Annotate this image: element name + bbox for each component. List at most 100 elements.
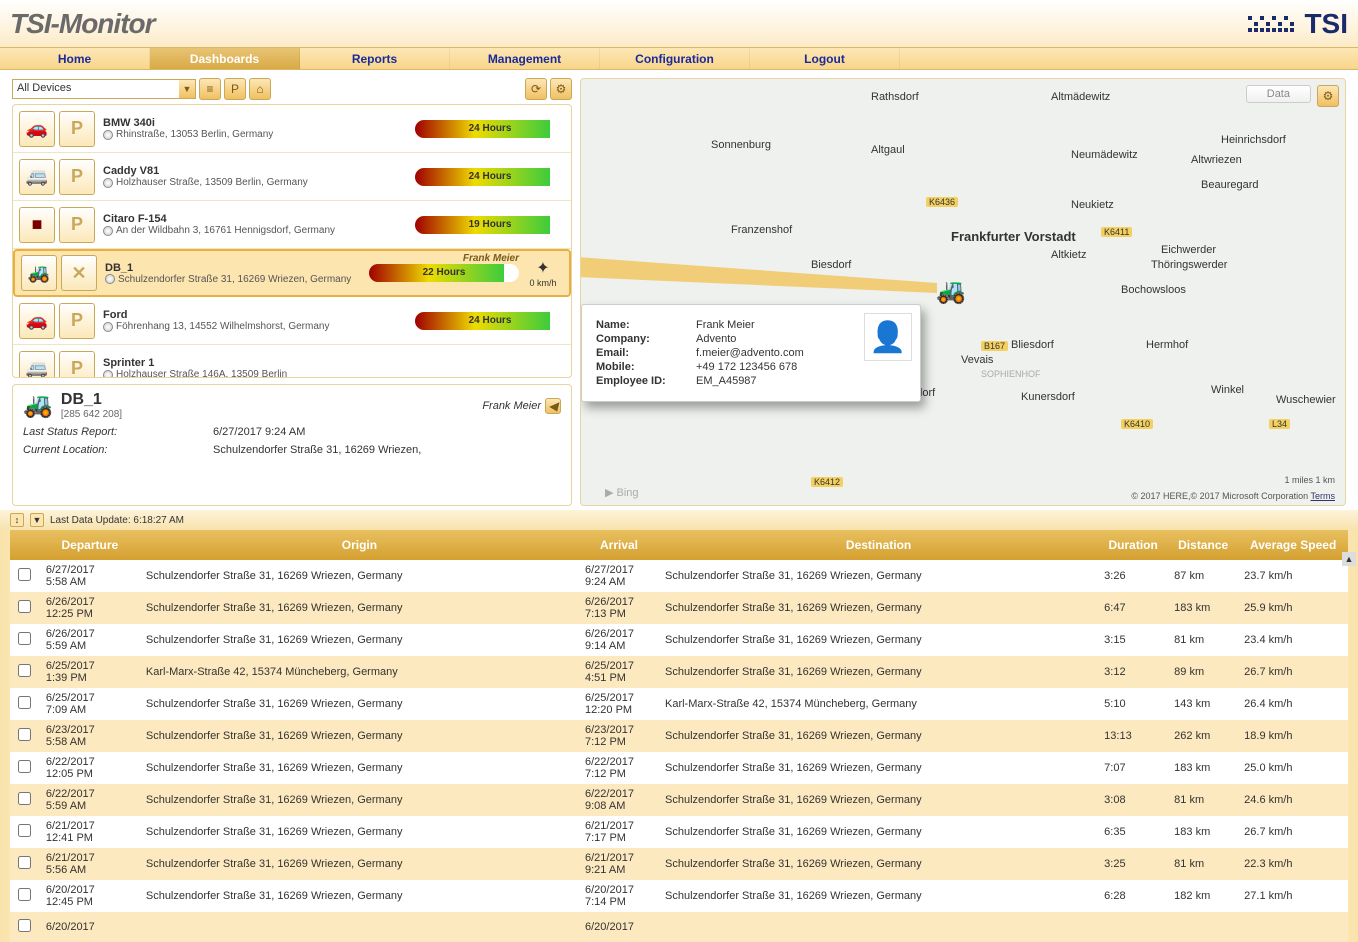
device-row[interactable]: 🚐PSprinter 1Holzhauser Straße 146A, 1350…: [13, 345, 571, 378]
table-row[interactable]: 6/21/20175:56 AMSchulzendorfer Straße 31…: [10, 848, 1348, 880]
device-driver-label: Frank Meier: [369, 250, 519, 268]
table-row[interactable]: 6/25/20177:09 AMSchulzendorfer Straße 31…: [10, 688, 1348, 720]
trips-table: DepartureOriginArrivalDestinationDuratio…: [10, 530, 1348, 942]
device-row[interactable]: 🚗PBMW 340iRhinstraße, 13053 Berlin, Germ…: [13, 105, 571, 153]
cell: 182 km: [1168, 880, 1238, 912]
scroll-up-icon[interactable]: ▲: [1342, 552, 1356, 566]
map-road-label: K6410: [1121, 419, 1153, 429]
row-checkbox[interactable]: [18, 919, 31, 932]
cell: Karl-Marx-Straße 42, 15374 Müncheberg, G…: [659, 688, 1098, 720]
row-checkbox[interactable]: [18, 568, 31, 581]
row-checkbox[interactable]: [18, 728, 31, 741]
cell: 183 km: [1168, 816, 1238, 848]
device-filter-select[interactable]: All Devices ▼: [12, 79, 196, 99]
parking-icon-button[interactable]: P: [224, 78, 246, 100]
cell: Schulzendorfer Straße 31, 16269 Wriezen,…: [659, 592, 1098, 624]
signal-icon-button[interactable]: ≡: [199, 78, 221, 100]
row-checkbox[interactable]: [18, 856, 31, 869]
device-row[interactable]: 🚐PCaddy V81Holzhauser Straße, 13509 Berl…: [13, 153, 571, 201]
menu-home[interactable]: Home: [0, 48, 150, 69]
cell: 6/25/20174:51 PM: [579, 656, 659, 688]
cell: Schulzendorfer Straße 31, 16269 Wriezen,…: [659, 720, 1098, 752]
row-checkbox[interactable]: [18, 600, 31, 613]
device-row[interactable]: 🚗PFordFöhrenhang 13, 14552 Wilhelmshorst…: [13, 297, 571, 345]
column-header[interactable]: Departure: [40, 530, 140, 560]
home-icon-button[interactable]: ⌂: [249, 78, 271, 100]
table-row[interactable]: 6/20/201712:45 PMSchulzendorfer Straße 3…: [10, 880, 1348, 912]
cell: 143 km: [1168, 688, 1238, 720]
map-city-label: Bliesdorf: [1011, 339, 1054, 351]
cell: 27.1 km/h: [1238, 880, 1348, 912]
collapse-down-icon[interactable]: ▼: [30, 513, 44, 527]
table-row[interactable]: 6/21/201712:41 PMSchulzendorfer Straße 3…: [10, 816, 1348, 848]
menu-dashboards[interactable]: Dashboards: [150, 48, 300, 69]
cell: 13:13: [1098, 720, 1168, 752]
row-checkbox[interactable]: [18, 696, 31, 709]
popup-empid-value: EM_A45987: [696, 375, 757, 387]
column-header[interactable]: Duration: [1098, 530, 1168, 560]
collapse-vertical-icon[interactable]: ↕: [10, 513, 24, 527]
table-row[interactable]: 6/27/20175:58 AMSchulzendorfer Straße 31…: [10, 560, 1348, 592]
map-view[interactable]: Data ⚙ 🚜 👤 Name:Frank Meier Company:Adve…: [580, 78, 1346, 506]
map-road-label: B167: [981, 341, 1008, 351]
cell: 6/21/20175:56 AM: [40, 848, 140, 880]
cell: [10, 592, 40, 624]
map-city-label: Biesdorf: [811, 259, 851, 271]
table-row[interactable]: 6/25/20171:39 PMKarl-Marx-Straße 42, 153…: [10, 656, 1348, 688]
menu-logout[interactable]: Logout: [750, 48, 900, 69]
gear-icon-button[interactable]: ⚙: [550, 78, 572, 100]
goto-driver-icon[interactable]: ◀: [545, 398, 561, 414]
cell: 25.9 km/h: [1238, 592, 1348, 624]
forklift-icon: 🚜: [23, 391, 53, 420]
cell: 262 km: [1168, 720, 1238, 752]
globe-icon: [105, 274, 115, 284]
table-row[interactable]: 6/26/20175:59 AMSchulzendorfer Straße 31…: [10, 624, 1348, 656]
map-gear-icon[interactable]: ⚙: [1317, 85, 1339, 107]
menu-management[interactable]: Management: [450, 48, 600, 69]
vehicle-type-icon: 🚗: [19, 111, 55, 147]
row-checkbox[interactable]: [18, 664, 31, 677]
column-header[interactable]: Origin: [140, 530, 579, 560]
table-row[interactable]: 6/23/20175:58 AM Schulzendorfer Straße 31…: [10, 720, 1348, 752]
menu-reports[interactable]: Reports: [300, 48, 450, 69]
map-terms-link[interactable]: Terms: [1311, 491, 1336, 501]
device-row[interactable]: ■PCitaro F-154An der Wildbahn 3, 16761 H…: [13, 201, 571, 249]
row-checkbox[interactable]: [18, 824, 31, 837]
menu-configuration[interactable]: Configuration: [600, 48, 750, 69]
column-header[interactable]: Destination: [659, 530, 1098, 560]
popup-mobile-label: Mobile:: [596, 361, 696, 373]
column-header[interactable]: Distance: [1168, 530, 1238, 560]
row-checkbox[interactable]: [18, 792, 31, 805]
column-header[interactable]: Arrival: [579, 530, 659, 560]
map-city-label: Franzenshof: [731, 224, 792, 236]
cell: Schulzendorfer Straße 31, 16269 Wriezen,…: [659, 560, 1098, 592]
map-vehicle-pin-icon[interactable]: 🚜: [936, 277, 966, 306]
table-row[interactable]: 6/20/20176/20/2017: [10, 912, 1348, 942]
cell: 3:15: [1098, 624, 1168, 656]
table-row[interactable]: 6/22/20175:59 AMSchulzendorfer Straße 31…: [10, 784, 1348, 816]
map-city-label: Altmädewitz: [1051, 91, 1110, 103]
table-row[interactable]: 6/22/201712:05 PMSchulzendorfer Straße 3…: [10, 752, 1348, 784]
row-checkbox[interactable]: [18, 888, 31, 901]
vehicle-type-icon: 🚗: [19, 303, 55, 339]
device-row[interactable]: 🚜✕DB_1Schulzendorfer Straße 31, 16269 Wr…: [13, 249, 571, 297]
column-header[interactable]: [10, 530, 40, 560]
cell: 6/26/20175:59 AM: [40, 624, 140, 656]
app-header: TSI-Monitor TSI: [0, 0, 1358, 48]
cell: 6/22/20175:59 AM: [40, 784, 140, 816]
cell: 25.0 km/h: [1238, 752, 1348, 784]
cell: 6/23/20175:58 AM: [40, 720, 140, 752]
popup-email-label: Email:: [596, 347, 696, 359]
table-row[interactable]: 6/26/201712:25 PMSchulzendorfer Straße 3…: [10, 592, 1348, 624]
row-checkbox[interactable]: [18, 760, 31, 773]
cell: 6:47: [1098, 592, 1168, 624]
map-data-button[interactable]: Data: [1246, 85, 1311, 103]
map-city-label: Rathsdorf: [871, 91, 919, 103]
row-checkbox[interactable]: [18, 632, 31, 645]
map-road-label: K6411: [1101, 227, 1132, 237]
cell: 3:26: [1098, 560, 1168, 592]
column-header[interactable]: Average Speed: [1238, 530, 1348, 560]
tool-icon: ✕: [61, 255, 97, 291]
cell: Schulzendorfer Straße 31, 16269 Wriezen,…: [659, 656, 1098, 688]
refresh-icon-button[interactable]: ⟳: [525, 78, 547, 100]
